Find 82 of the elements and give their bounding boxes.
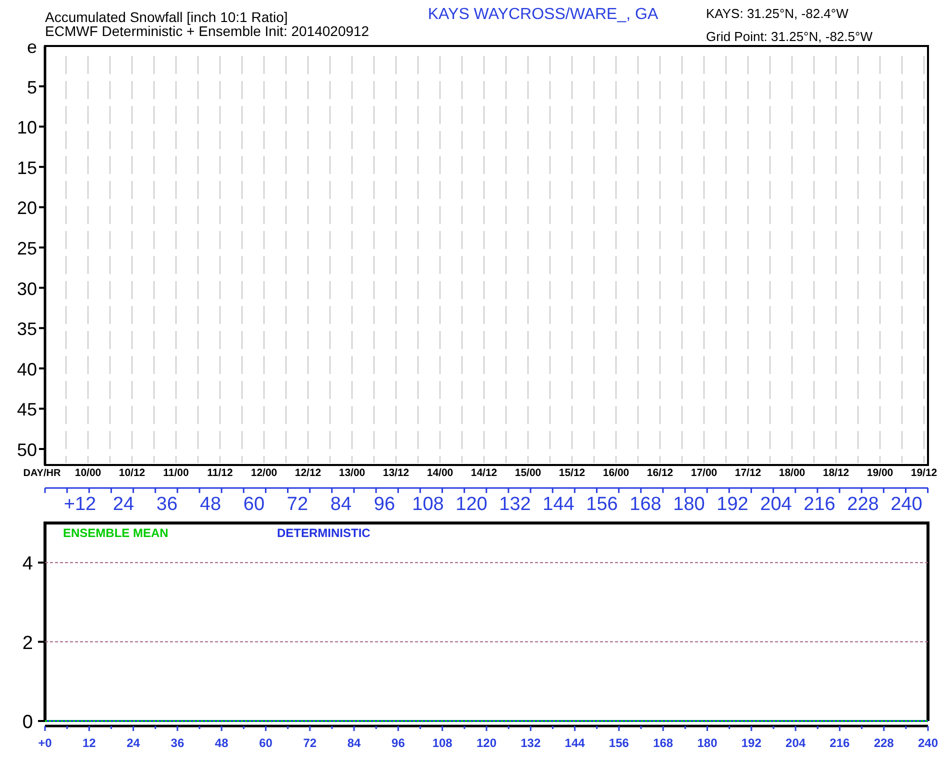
axis-tick-label: 48 bbox=[200, 494, 222, 515]
axis-tick-label: 108 bbox=[412, 494, 444, 515]
axis-tick-label: 144 bbox=[564, 736, 585, 750]
axis-tick-label: 216 bbox=[830, 736, 850, 750]
axis-tick-label: 60 bbox=[259, 736, 272, 750]
axis-tick-label: 13/12 bbox=[382, 467, 410, 479]
axis-tick-label: 20 bbox=[16, 198, 37, 218]
axis-tick-label: 72 bbox=[286, 494, 308, 515]
axis-tick-label: 120 bbox=[456, 494, 488, 515]
axis-tick-label: 228 bbox=[874, 736, 894, 750]
axis-tick-label: 240 bbox=[918, 736, 938, 750]
station-title: KAYS WAYCROSS/WARE_, GA bbox=[428, 6, 658, 23]
axis-tick-label: 84 bbox=[330, 494, 352, 515]
axis-tick-label: 228 bbox=[847, 494, 879, 515]
axis-tick-label: 2 bbox=[22, 632, 33, 654]
axis-tick-label: 13/00 bbox=[338, 467, 366, 479]
axis-tick-label: 45 bbox=[16, 400, 37, 420]
axis-tick-label: 5 bbox=[26, 77, 37, 98]
axis-tick-label: 204 bbox=[760, 494, 792, 515]
axis-tick-label: 12/00 bbox=[250, 467, 278, 479]
axis-tick-label: 10 bbox=[16, 118, 37, 138]
axis-tick-label: 12 bbox=[82, 736, 96, 750]
axis-tick-label: 10/00 bbox=[74, 467, 102, 479]
axis-tick-label: 17/00 bbox=[690, 467, 718, 479]
axis-tick-label: 84 bbox=[347, 736, 361, 750]
axis-tick-label: 180 bbox=[697, 736, 718, 750]
axis-tick-label: 4 bbox=[22, 554, 33, 575]
axis-tick-label: 96 bbox=[374, 494, 396, 515]
axis-tick-label: 156 bbox=[586, 494, 618, 515]
axis-tick-label: 24 bbox=[126, 736, 140, 750]
axis-label: e bbox=[26, 37, 37, 57]
axis-tick-label: 192 bbox=[741, 736, 762, 750]
axis-tick-label: 19/00 bbox=[866, 467, 894, 479]
axis-tick-label: 120 bbox=[476, 736, 497, 750]
axis-tick-label: 10/12 bbox=[118, 467, 146, 479]
axis-tick-label: 50 bbox=[16, 440, 37, 460]
axis-tick-label: 24 bbox=[112, 494, 134, 515]
axis-tick-label: 35 bbox=[16, 319, 37, 340]
axis-tick-label: 168 bbox=[630, 494, 662, 515]
axis-tick-label: 216 bbox=[804, 494, 836, 515]
axis-tick-label: 12/12 bbox=[294, 467, 322, 479]
axis-tick-label: +0 bbox=[38, 736, 52, 750]
axis-tick-label: 16/12 bbox=[646, 467, 674, 479]
axis-tick-label: 72 bbox=[303, 736, 317, 750]
axis-tick-label: 132 bbox=[499, 494, 531, 515]
axis-label: DAY/HR bbox=[23, 468, 61, 479]
axis-tick-label: 19/12 bbox=[910, 467, 938, 479]
axis-tick-label: 18/00 bbox=[778, 467, 806, 479]
axis-tick-label: 204 bbox=[786, 736, 806, 750]
axis-tick-label: 14/12 bbox=[470, 467, 498, 479]
axis-tick-label: 36 bbox=[156, 494, 178, 515]
axis-tick-label: 18/12 bbox=[822, 467, 850, 479]
axis-tick-label: 17/12 bbox=[734, 467, 762, 479]
axis-tick-label: 15/12 bbox=[558, 467, 586, 479]
axis-tick-label: 15/00 bbox=[514, 467, 542, 479]
axis-tick-label: 192 bbox=[716, 494, 748, 515]
axis-tick-label: 144 bbox=[542, 494, 574, 515]
axis-tick-label: 132 bbox=[520, 736, 541, 750]
station-coords: KAYS: 31.25°N, -82.4°W bbox=[706, 6, 848, 21]
axis-tick-label: 60 bbox=[243, 494, 265, 515]
axis-tick-label: 14/00 bbox=[426, 467, 454, 479]
axis-tick-label: 0 bbox=[22, 712, 33, 733]
axis-tick-label: 25 bbox=[16, 238, 37, 258]
axis-tick-label: 40 bbox=[16, 359, 37, 380]
axis-tick-label: 168 bbox=[653, 736, 674, 750]
axis-tick-label: 156 bbox=[608, 736, 629, 750]
chart-title: Accumulated Snowfall [inch 10:1 Ratio] bbox=[45, 9, 288, 25]
axis-tick-label: 108 bbox=[432, 736, 452, 750]
grid-point-coords: Grid Point: 31.25°N, -82.5°W bbox=[706, 29, 872, 44]
axis-tick-label: 96 bbox=[392, 736, 405, 750]
axis-tick-label: +12 bbox=[64, 494, 96, 515]
axis-tick-label: 36 bbox=[170, 736, 184, 750]
axis-tick-label: 11/12 bbox=[207, 467, 233, 479]
legend-label: ENSEMBLE MEAN bbox=[63, 526, 168, 540]
axis-tick-label: 48 bbox=[214, 736, 228, 750]
axis-tick-label: 240 bbox=[890, 494, 922, 515]
legend-label: DETERMINISTIC bbox=[277, 526, 370, 540]
axis-tick-label: 11/00 bbox=[163, 467, 189, 479]
axis-tick-label: 180 bbox=[673, 494, 705, 515]
axis-tick-label: 30 bbox=[16, 278, 37, 299]
axis-tick-label: 16/00 bbox=[602, 467, 630, 479]
axis-tick-label: 15 bbox=[16, 158, 37, 178]
